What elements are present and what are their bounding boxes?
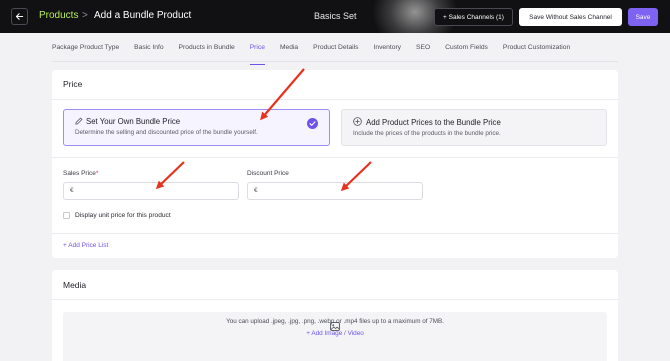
tab-product-customization[interactable]: Product Customization [503, 44, 570, 60]
tab-package-product-type[interactable]: Package Product Type [52, 44, 119, 60]
tab-basic-info[interactable]: Basic Info [134, 44, 163, 60]
sales-price-currency: € [70, 187, 74, 194]
tab-product-details[interactable]: Product Details [313, 44, 358, 60]
breadcrumb-separator: > [82, 10, 88, 21]
save-button[interactable]: Save [628, 8, 658, 26]
breadcrumb-products-link[interactable]: Products [39, 10, 78, 21]
tab-price[interactable]: Price [249, 44, 266, 65]
save-label: Save [635, 13, 651, 21]
required-mark: * [95, 170, 99, 177]
option-own-description: Determine the selling and discounted pri… [75, 129, 258, 136]
discount-price-currency: € [254, 187, 258, 194]
tabs-divider [52, 61, 618, 62]
header-center-label: Basics Set [314, 11, 357, 21]
sales-price-label: Sales Price* [63, 170, 99, 177]
add-price-list-link[interactable]: + Add Price List [63, 242, 108, 249]
media-header-divider [52, 299, 618, 300]
product-tabs: Package Product Type Basic Info Products… [52, 44, 585, 65]
price-card: Price Set Your Own Bundle Price Determin… [52, 70, 618, 258]
tab-inventory[interactable]: Inventory [374, 44, 402, 60]
page-title: Add a Bundle Product [94, 10, 192, 21]
unit-price-checkbox[interactable] [63, 212, 70, 219]
sales-channels-button[interactable]: + Sales Channels (1) [434, 8, 513, 26]
media-section-title: Media [63, 280, 87, 290]
tab-products-in-bundle[interactable]: Products in Bundle [179, 44, 235, 60]
sales-price-input[interactable]: € [63, 182, 239, 200]
price-list-divider [52, 233, 618, 234]
discount-price-label: Discount Price [247, 170, 289, 177]
plus-circle-icon [353, 117, 362, 126]
unit-price-checkbox-label: Display unit price for this product [75, 212, 171, 219]
sales-channels-label: + Sales Channels (1) [443, 13, 504, 21]
back-button[interactable] [11, 8, 28, 25]
top-bar: Products > Add a Bundle Product Basics S… [0, 0, 670, 33]
upload-hint: You can upload .jpeg, .jpg, .png, .webp … [226, 318, 444, 325]
option-add-title: Add Product Prices to the Bundle Price [366, 118, 501, 127]
discount-price-input[interactable]: € [247, 182, 423, 200]
save-without-label: Save Without Sales Channel [529, 13, 612, 21]
option-add-description: Include the prices of the products in th… [353, 130, 501, 137]
add-image-video-link[interactable]: + Add Image / Video [52, 330, 618, 337]
option-own-title: Set Your Own Bundle Price [86, 117, 181, 126]
price-section-title: Price [63, 79, 83, 89]
arrow-left-icon [15, 13, 24, 20]
options-divider [52, 157, 618, 158]
tab-media[interactable]: Media [280, 44, 298, 60]
media-card: Media You can upload .jpeg, .jpg, .png, … [52, 270, 618, 361]
tab-custom-fields[interactable]: Custom Fields [445, 44, 488, 60]
option-set-own-bundle-price[interactable]: Set Your Own Bundle Price Determine the … [63, 109, 330, 146]
pencil-icon [75, 117, 83, 125]
price-header-divider [52, 99, 618, 100]
save-without-sales-channel-button[interactable]: Save Without Sales Channel [519, 8, 622, 26]
tab-seo[interactable]: SEO [416, 44, 430, 60]
check-circle-icon [307, 118, 318, 129]
option-add-product-prices[interactable]: Add Product Prices to the Bundle Price I… [341, 109, 607, 146]
